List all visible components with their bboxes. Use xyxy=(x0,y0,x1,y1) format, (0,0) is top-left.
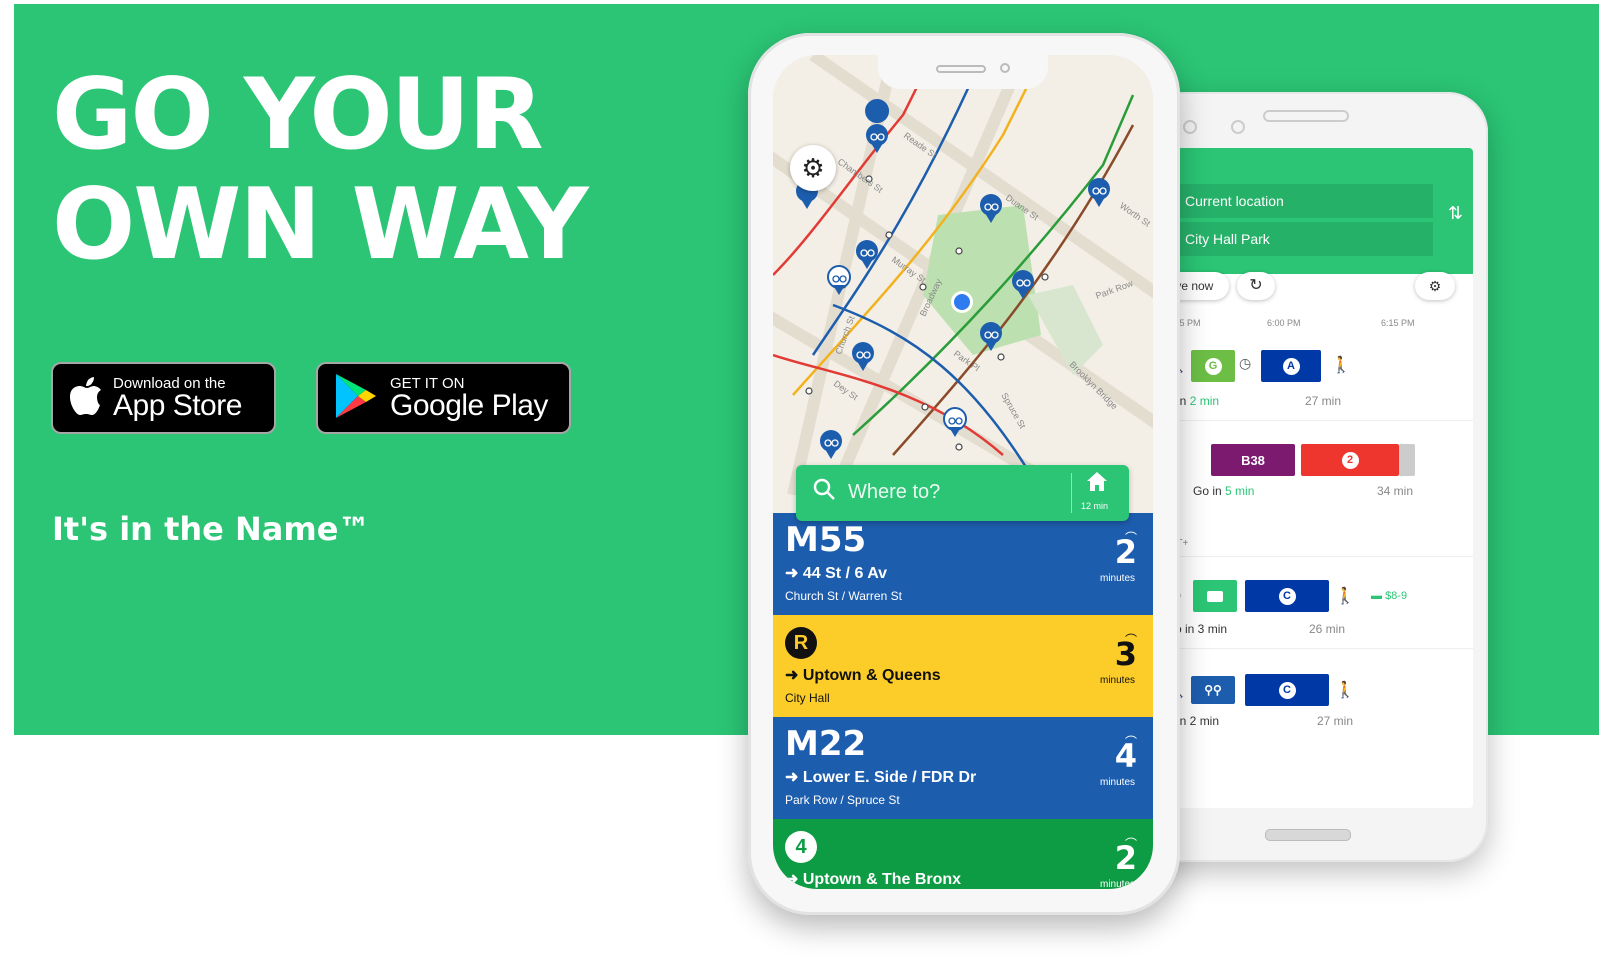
c-train-badge: C xyxy=(1278,681,1296,699)
trip-duration: 27 min xyxy=(1317,714,1354,728)
route-number: M22 xyxy=(785,724,867,764)
trip-planner-screen: Current location City Hall Park ⇅ ave no… xyxy=(1167,148,1473,808)
route-stop: Park Row / Spruce St xyxy=(785,793,900,807)
price-badge: ▬ $8-9 xyxy=(1371,590,1408,602)
route-card[interactable]: M55 ➜ 44 St / 6 Av Church St / Warren St ⌒ 2… xyxy=(773,513,1153,615)
tagline: It's in the Name™ xyxy=(52,510,371,548)
arrival-minutes: 3 xyxy=(1114,635,1137,673)
headline-line-1: GO YOUR xyxy=(52,58,544,172)
android-speaker xyxy=(1263,110,1349,122)
divider xyxy=(1167,420,1473,421)
route-card[interactable]: R ➜ Uptown & Queens City Hall ⌒ 3 minutes xyxy=(773,615,1153,717)
route-stop: Church St / Warren St xyxy=(785,589,902,603)
walk-icon: 🚶 xyxy=(1331,357,1351,374)
google-play-button[interactable]: GET IT ON Google Play xyxy=(316,362,571,434)
app-store-button[interactable]: Download on the App Store xyxy=(51,362,276,434)
settings-gear-icon[interactable]: ⚙ xyxy=(1415,272,1455,300)
notch-camera-icon xyxy=(1000,63,1010,73)
settings-gear-icon[interactable]: ⚙ xyxy=(790,145,836,191)
notch-speaker xyxy=(936,65,986,73)
origin-field[interactable]: Current location xyxy=(1167,184,1433,218)
iphone-notch xyxy=(878,55,1048,89)
c-train-segment: C xyxy=(1245,674,1329,706)
nearby-screen: Chambers St Reade St Duane St Worth St M… xyxy=(773,55,1153,889)
divider xyxy=(1071,473,1072,513)
search-icon xyxy=(812,477,836,508)
android-home-button xyxy=(1265,829,1351,841)
route-card[interactable]: M22 ➜ Lower E. Side / FDR Dr Park Row / Sp… xyxy=(773,717,1153,819)
divider xyxy=(1167,648,1473,649)
route-card[interactable]: 4➜ Uptown & The BronxBrooklyn Bridge-Cit… xyxy=(773,819,1153,889)
bike-share-icon xyxy=(1207,590,1223,602)
g-train-segment: G xyxy=(1191,350,1235,382)
transit-map[interactable]: Chambers St Reade St Duane St Worth St M… xyxy=(773,55,1153,495)
citi-bike-segment xyxy=(1193,580,1237,612)
destination-field[interactable]: City Hall Park xyxy=(1167,222,1433,256)
home-icon[interactable] xyxy=(1086,471,1108,499)
g-train-badge: G xyxy=(1204,357,1222,375)
route-destination: ➜ 44 St / 6 Av xyxy=(785,565,888,582)
walk-icon: 🚶 xyxy=(1335,682,1355,699)
headline-line-2: OWN WAY xyxy=(52,168,589,282)
a-train-badge: A xyxy=(1282,357,1300,375)
time-label: 6:15 PM xyxy=(1381,318,1415,328)
bike-segment: ⚲⚲ xyxy=(1191,676,1235,704)
bicycle-icon: ⚲⚲ xyxy=(1204,683,1222,697)
c-train-badge: C xyxy=(1278,587,1296,605)
route-line-badge: R xyxy=(785,627,817,659)
trip-duration: 26 min xyxy=(1309,622,1346,636)
route-destination: ➜ Uptown & The Bronx xyxy=(785,871,962,888)
search-placeholder: Where to? xyxy=(848,481,941,503)
where-to-search[interactable]: Where to? 12 min xyxy=(796,465,1129,521)
google-play-big-label: Google Play xyxy=(390,388,548,422)
arrival-minutes: 2 xyxy=(1114,839,1137,877)
android-sensor-icon xyxy=(1231,120,1245,134)
route-number: M55 xyxy=(785,520,867,560)
minutes-label: minutes xyxy=(1099,777,1135,788)
google-play-icon xyxy=(334,372,378,425)
minutes-label: minutes xyxy=(1099,675,1135,686)
route-stop: City Hall xyxy=(785,691,830,705)
headline: GO YOUR OWN WAY xyxy=(52,58,589,282)
arrival-minutes: 2 xyxy=(1114,533,1137,571)
android-camera-icon xyxy=(1183,120,1197,134)
route-destination: ➜ Lower E. Side / FDR Dr xyxy=(785,769,977,786)
line-2-badge: 2 xyxy=(1341,451,1359,469)
bus-b38-segment: B38 xyxy=(1211,444,1295,476)
route-destination: ➜ Uptown & Queens xyxy=(785,667,941,684)
iphone: Chambers St Reade St Duane St Worth St M… xyxy=(748,33,1180,915)
walk-icon: 🚶 xyxy=(1335,588,1355,605)
divider xyxy=(1167,556,1473,557)
route-line-badge: 4 xyxy=(785,831,817,863)
home-eta: 12 min xyxy=(1081,501,1109,511)
app-store-big-label: App Store xyxy=(113,388,242,422)
red-line-segment: 2 xyxy=(1301,444,1399,476)
apple-icon xyxy=(69,376,103,421)
a-train-segment: A xyxy=(1261,350,1321,382)
clock-icon: ◷ xyxy=(1239,355,1252,371)
swap-icon[interactable]: ⇅ xyxy=(1448,203,1463,224)
trip-duration: 27 min xyxy=(1305,394,1342,408)
current-location-dot xyxy=(954,294,970,310)
time-label: 6:00 PM xyxy=(1267,318,1301,328)
trip-header: Current location City Hall Park ⇅ xyxy=(1167,148,1473,274)
arrival-minutes: 4 xyxy=(1114,737,1137,775)
go-in-text: Go in 5 min xyxy=(1193,484,1255,498)
c-train-segment: C xyxy=(1245,580,1329,612)
trip-duration: 34 min xyxy=(1377,484,1414,498)
refresh-icon[interactable]: ↻ xyxy=(1237,272,1275,300)
walk-segment xyxy=(1399,444,1415,476)
minutes-label: minutes xyxy=(1099,879,1135,889)
minutes-label: minutes xyxy=(1099,573,1135,584)
